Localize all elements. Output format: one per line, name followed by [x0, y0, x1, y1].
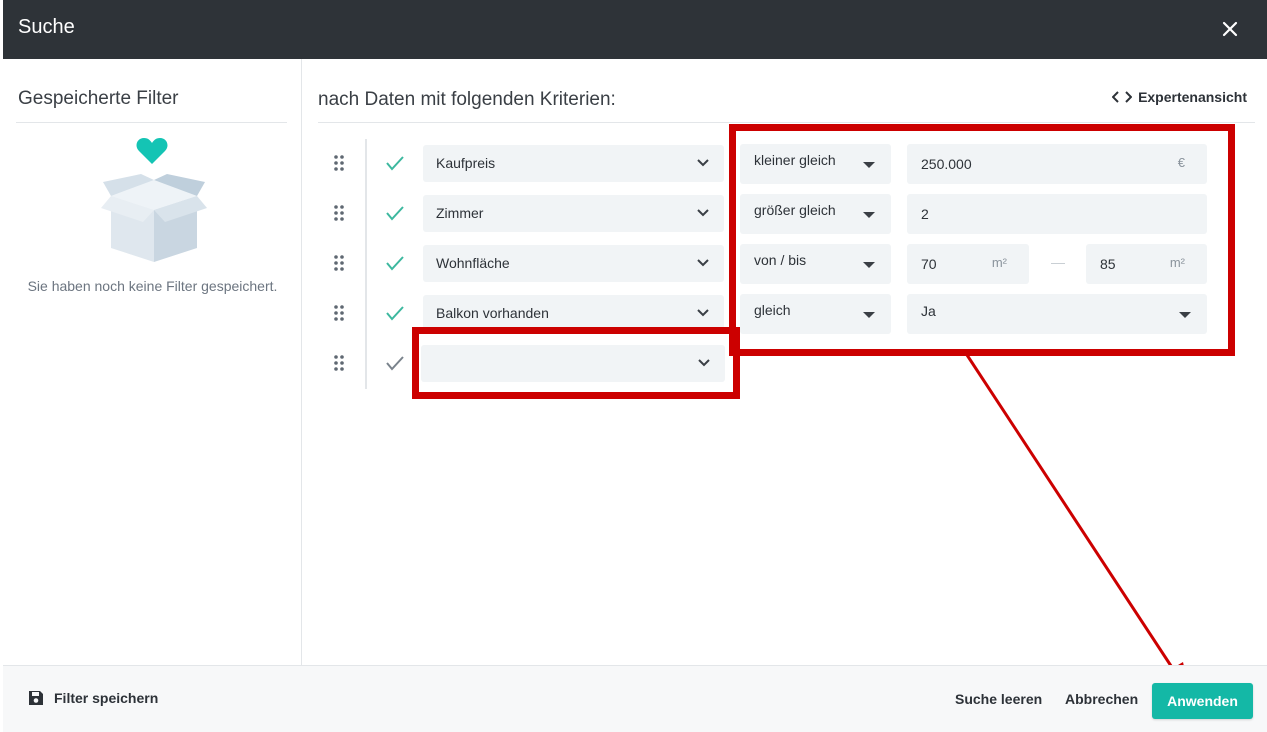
annotation-box-values: [729, 124, 1235, 356]
dialog-footer: Filter speichern Suche leeren Abbrechen …: [3, 665, 1267, 732]
expert-view-button[interactable]: Expertenansicht: [1112, 89, 1247, 105]
drag-handle-icon[interactable]: [333, 204, 345, 222]
empty-state-text: Sie haben noch keine Filter gespeichert.: [27, 278, 278, 294]
floppy-disk-icon: [29, 691, 43, 705]
empty-box-icon: [101, 174, 207, 262]
cancel-button[interactable]: Abbrechen: [1065, 691, 1138, 707]
clear-search-button[interactable]: Suche leeren: [955, 691, 1042, 707]
field-select-value: Zimmer: [436, 205, 484, 221]
check-icon: [386, 206, 404, 221]
drag-handle-icon[interactable]: [333, 254, 345, 272]
close-icon: [1222, 21, 1238, 37]
check-icon: [386, 156, 404, 171]
divider: [16, 122, 287, 123]
close-button[interactable]: [1217, 16, 1243, 42]
chevron-down-icon: [697, 309, 709, 317]
check-icon: [386, 306, 404, 321]
expert-view-label: Expertenansicht: [1138, 89, 1247, 105]
code-icon: [1112, 91, 1133, 103]
drag-handle-icon[interactable]: [333, 304, 345, 322]
drag-handle-icon[interactable]: [333, 354, 345, 372]
chevron-down-icon: [697, 259, 709, 267]
field-select[interactable]: Kaufpreis: [423, 145, 724, 182]
dialog-titlebar: Suche: [3, 0, 1267, 59]
check-icon: [386, 256, 404, 271]
field-select[interactable]: Wohnfläche: [423, 245, 724, 282]
field-select-value: Wohnfläche: [436, 255, 510, 271]
annotation-box-new-field: [412, 327, 740, 399]
save-filter-label: Filter speichern: [54, 690, 159, 706]
field-select-value: Balkon vorhanden: [436, 305, 549, 321]
divider: [318, 122, 1255, 123]
saved-filters-panel: Gespeicherte Filter Sie haben noch keine…: [3, 59, 302, 665]
dialog-title: Suche: [18, 16, 75, 38]
field-select-value: Kaufpreis: [436, 155, 496, 171]
heart-icon: [136, 138, 168, 164]
check-icon: [386, 356, 404, 371]
saved-filters-title: Gespeicherte Filter: [18, 88, 179, 109]
apply-button[interactable]: Anwenden: [1152, 683, 1253, 719]
chevron-down-icon: [697, 209, 709, 217]
drag-handle-icon[interactable]: [333, 154, 345, 172]
criteria-title: nach Daten mit folgenden Kriterien:: [318, 89, 616, 110]
chevron-down-icon: [697, 159, 709, 167]
save-filter-button[interactable]: Filter speichern: [28, 690, 158, 706]
field-select[interactable]: Zimmer: [423, 195, 724, 232]
search-dialog: Suche Gespeicherte Filter Sie haben noch…: [3, 0, 1267, 732]
